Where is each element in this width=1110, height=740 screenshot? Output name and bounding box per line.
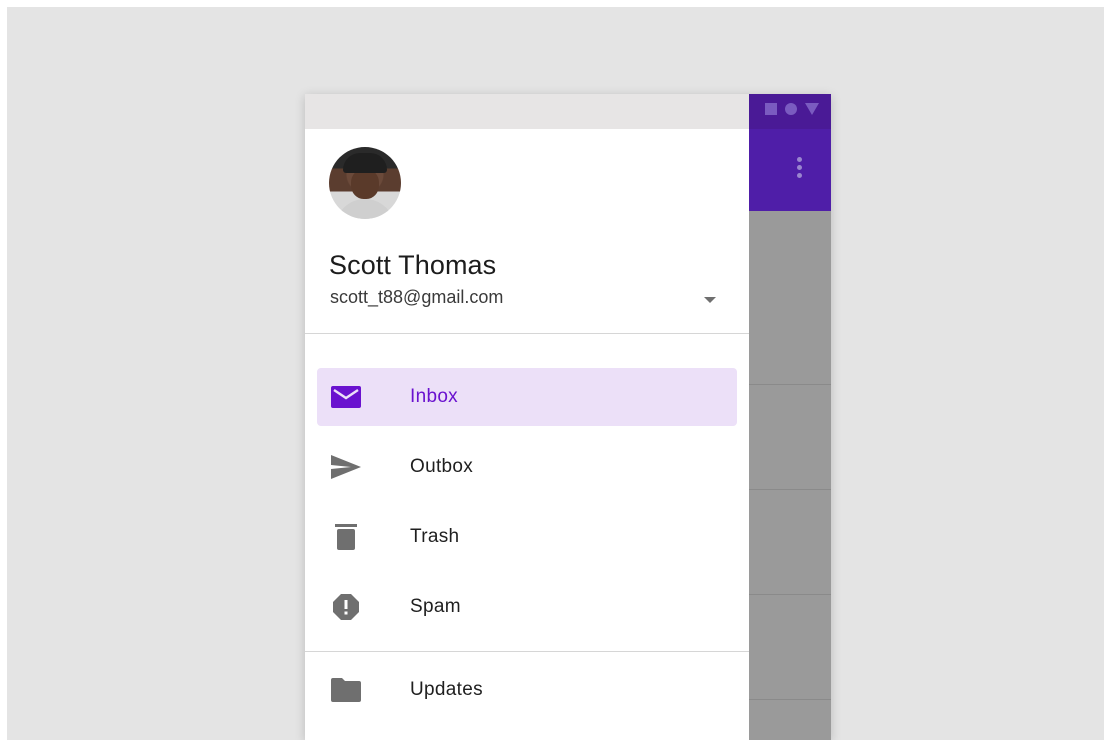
report-icon bbox=[331, 594, 361, 620]
navigation-drawer: Scott Thomas scott_t88@gmail.com Inbox O… bbox=[305, 94, 749, 740]
section-divider bbox=[305, 651, 749, 652]
nav-item-label: Spam bbox=[410, 596, 461, 617]
folder-icon bbox=[331, 677, 361, 703]
nav-item-label: Inbox bbox=[410, 386, 458, 407]
nav-item-label: Updates bbox=[410, 679, 483, 700]
more-vert-icon[interactable] bbox=[795, 157, 803, 178]
nav-item-updates[interactable]: Updates bbox=[317, 661, 737, 719]
nav-item-label: Outbox bbox=[410, 456, 474, 477]
avatar[interactable] bbox=[329, 147, 401, 219]
send-icon bbox=[331, 454, 361, 480]
square-icon bbox=[765, 103, 777, 115]
nav-item-label: Trash bbox=[410, 526, 460, 547]
triangle-icon bbox=[805, 103, 819, 115]
avatar-shirt bbox=[335, 199, 395, 219]
trash-icon bbox=[331, 524, 361, 550]
nav-item-spam[interactable]: Spam bbox=[317, 578, 737, 636]
mail-icon bbox=[331, 384, 361, 410]
avatar-cap bbox=[343, 153, 387, 173]
nav-item-inbox[interactable]: Inbox bbox=[317, 368, 737, 426]
drawer-status-bar bbox=[305, 94, 749, 129]
account-name: Scott Thomas bbox=[329, 250, 497, 280]
status-icons bbox=[765, 103, 819, 115]
nav-item-outbox[interactable]: Outbox bbox=[317, 438, 737, 496]
nav-item-trash[interactable]: Trash bbox=[317, 508, 737, 566]
avatar-face bbox=[351, 169, 379, 199]
account-email: scott_t88@gmail.com bbox=[330, 287, 504, 307]
circle-icon bbox=[785, 103, 797, 115]
header-divider bbox=[305, 333, 749, 334]
arrow-drop-down-icon[interactable] bbox=[700, 294, 720, 306]
